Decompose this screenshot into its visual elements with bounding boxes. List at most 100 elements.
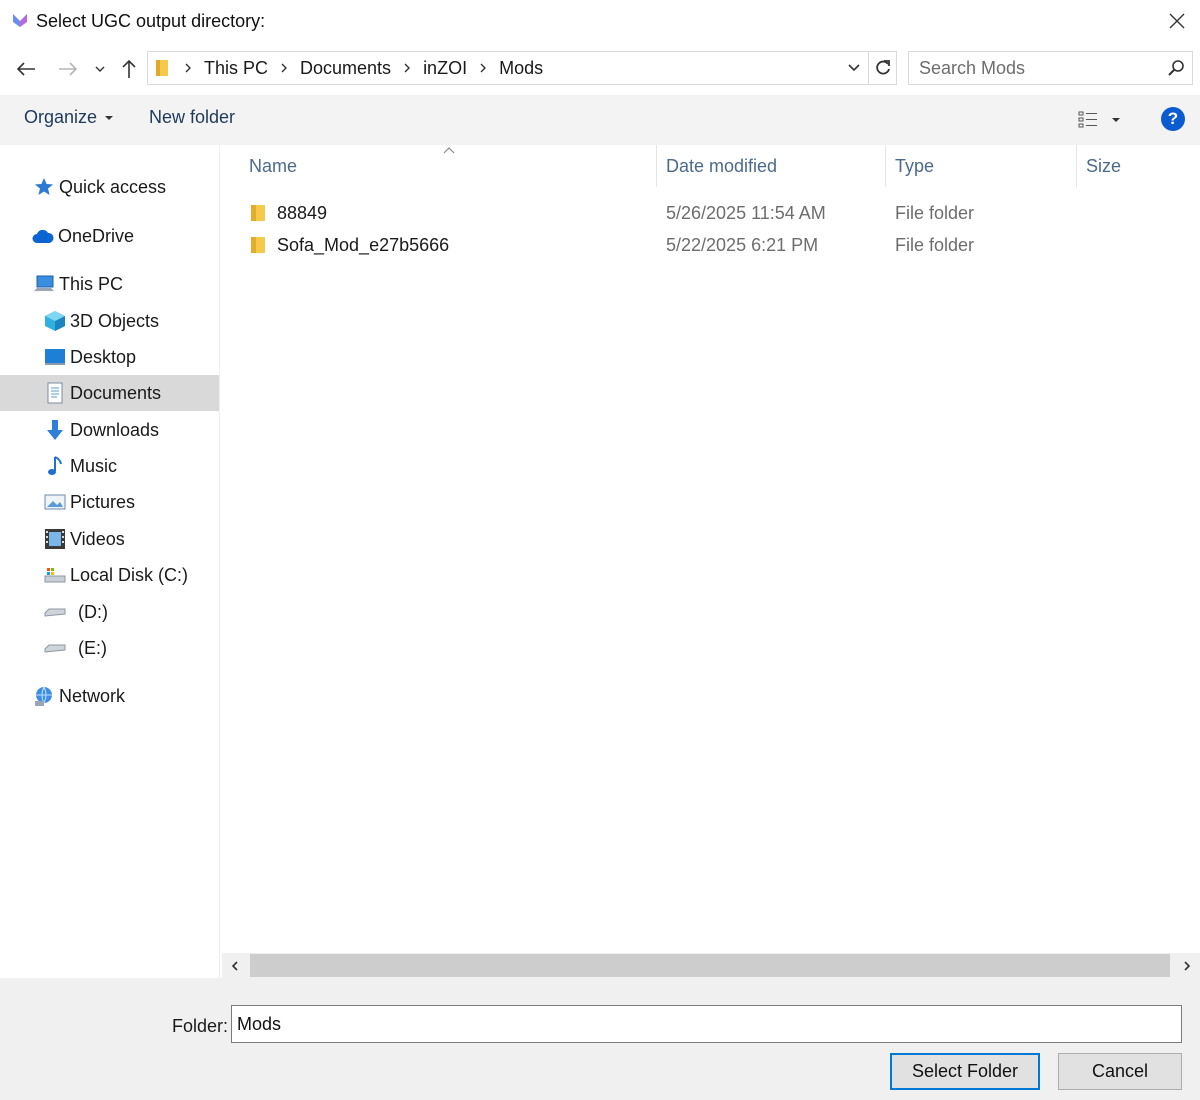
folder-input[interactable] — [231, 1005, 1182, 1043]
horizontal-scrollbar[interactable] — [222, 953, 1200, 978]
chevron-left-icon — [231, 960, 238, 971]
organize-button[interactable]: Organize — [24, 107, 115, 128]
nav-item-desktop[interactable]: Desktop — [0, 339, 219, 375]
arrow-up-icon — [122, 59, 136, 78]
new-folder-button[interactable]: New folder — [149, 107, 235, 128]
nav-item-label: Music — [70, 455, 118, 476]
change-view-button[interactable] — [1076, 107, 1128, 133]
cloud-icon — [32, 225, 54, 247]
drive-icon — [44, 637, 66, 659]
file-type: File folder — [895, 234, 975, 255]
command-bar: Organize New folder — [0, 95, 1200, 145]
column-header-name[interactable]: Name — [249, 145, 297, 187]
app-logo-icon — [13, 14, 27, 27]
breadcrumb-inzoi[interactable]: inZOI — [421, 58, 469, 79]
nav-item-downloads[interactable]: Downloads — [0, 412, 219, 448]
new-folder-label: New folder — [149, 107, 236, 127]
scroll-right-button[interactable] — [1174, 953, 1200, 978]
file-date: 5/22/2025 6:21 PM — [666, 234, 819, 255]
nav-item-label: OneDrive — [58, 225, 135, 246]
help-button[interactable]: ? — [1161, 107, 1185, 131]
caret-down-icon — [105, 115, 114, 120]
file-name-cell: Sofa_Mod_e27b5666 — [247, 230, 449, 260]
table-row[interactable]: Sofa_Mod_e27b5666 5/22/2025 6:21 PM File… — [247, 230, 1187, 260]
breadcrumb-this-pc[interactable]: This PC — [202, 58, 270, 79]
address-row: This PC Documents inZOI Mods — [0, 44, 1200, 94]
nav-item-label: Videos — [70, 528, 125, 549]
file-name: 88849 — [277, 202, 328, 223]
window-title: Select UGC output directory: — [36, 11, 266, 31]
address-bar[interactable]: This PC Documents inZOI Mods — [147, 51, 897, 85]
film-icon — [44, 528, 66, 550]
nav-item-label: Local Disk (C:) — [70, 564, 189, 585]
search-input[interactable] — [909, 52, 1159, 84]
select-folder-button[interactable]: Select Folder — [890, 1053, 1040, 1090]
recent-locations-button[interactable] — [90, 54, 110, 84]
chevron-right-icon[interactable] — [174, 62, 202, 74]
chevron-down-icon — [848, 64, 860, 72]
computer-icon — [33, 273, 55, 295]
search-box — [908, 51, 1193, 85]
nav-item-onedrive[interactable]: OneDrive — [0, 218, 219, 254]
close-icon — [1169, 13, 1185, 29]
arrow-right-icon — [59, 62, 78, 76]
folder-label: Folder: — [172, 1016, 229, 1036]
nav-item-label: (D:) — [78, 601, 108, 622]
arrow-left-icon — [16, 62, 35, 76]
chevron-down-icon — [95, 66, 105, 72]
document-icon — [44, 382, 66, 404]
nav-item-this-pc[interactable]: This PC — [0, 266, 219, 302]
nav-item-label: 3D Objects — [70, 310, 160, 331]
file-list: Name Date modified Type Size 88849 5/26/… — [222, 145, 1200, 953]
column-header-date-modified[interactable]: Date modified — [666, 145, 777, 187]
nav-item-quick-access[interactable]: Quick access — [0, 169, 219, 205]
nav-item-drive-d[interactable]: (D:) — [0, 594, 219, 630]
sort-ascending-icon — [443, 147, 455, 154]
nav-item-pictures[interactable]: Pictures — [0, 484, 219, 520]
chevron-right-icon[interactable] — [469, 62, 497, 74]
breadcrumb-mods[interactable]: Mods — [497, 58, 545, 79]
folder-icon — [251, 205, 265, 221]
nav-item-label: Desktop — [70, 346, 137, 367]
nav-item-music[interactable]: Music — [0, 448, 219, 484]
file-name-cell: 88849 — [247, 198, 327, 228]
nav-item-label: (E:) — [78, 637, 107, 658]
chevron-right-icon[interactable] — [270, 62, 298, 74]
column-divider[interactable] — [885, 145, 886, 187]
close-button[interactable] — [1154, 0, 1200, 42]
nav-item-local-disk[interactable]: Local Disk (C:) — [0, 557, 219, 593]
cancel-button[interactable]: Cancel — [1058, 1053, 1182, 1090]
column-divider[interactable] — [1076, 145, 1077, 187]
column-header-type[interactable]: Type — [895, 145, 934, 187]
hard-drive-icon — [44, 564, 66, 586]
nav-item-documents[interactable]: Documents — [0, 375, 219, 411]
back-button[interactable] — [12, 54, 40, 84]
column-divider[interactable] — [656, 145, 657, 187]
file-date: 5/26/2025 11:54 AM — [666, 202, 826, 223]
cube-icon — [44, 310, 66, 332]
nav-item-drive-e[interactable]: (E:) — [0, 630, 219, 666]
up-button[interactable] — [116, 54, 142, 84]
folder-icon — [150, 59, 174, 77]
navigation-pane: Quick access OneDrive This PC 3D Objects… — [0, 145, 220, 978]
address-dropdown-button[interactable] — [842, 52, 866, 84]
organize-label: Organize — [24, 107, 98, 127]
scroll-left-button[interactable] — [222, 953, 248, 978]
help-icon: ? — [1167, 109, 1179, 128]
chevron-right-icon[interactable] — [393, 62, 421, 74]
file-type: File folder — [895, 202, 975, 223]
table-row[interactable]: 88849 5/26/2025 11:54 AM File folder — [247, 198, 1187, 228]
download-arrow-icon — [44, 419, 66, 441]
music-note-icon — [44, 455, 66, 477]
scrollbar-thumb[interactable] — [250, 954, 1170, 977]
nav-item-3d-objects[interactable]: 3D Objects — [0, 303, 219, 339]
nav-item-videos[interactable]: Videos — [0, 521, 219, 557]
breadcrumb-documents[interactable]: Documents — [298, 58, 393, 79]
nav-item-label: Quick access — [59, 176, 167, 197]
column-header-size[interactable]: Size — [1086, 145, 1121, 187]
picture-icon — [44, 491, 66, 513]
search-icon[interactable] — [1166, 58, 1186, 78]
nav-item-network[interactable]: Network — [0, 678, 219, 714]
forward-button[interactable] — [54, 54, 82, 84]
refresh-button[interactable] — [868, 52, 896, 84]
